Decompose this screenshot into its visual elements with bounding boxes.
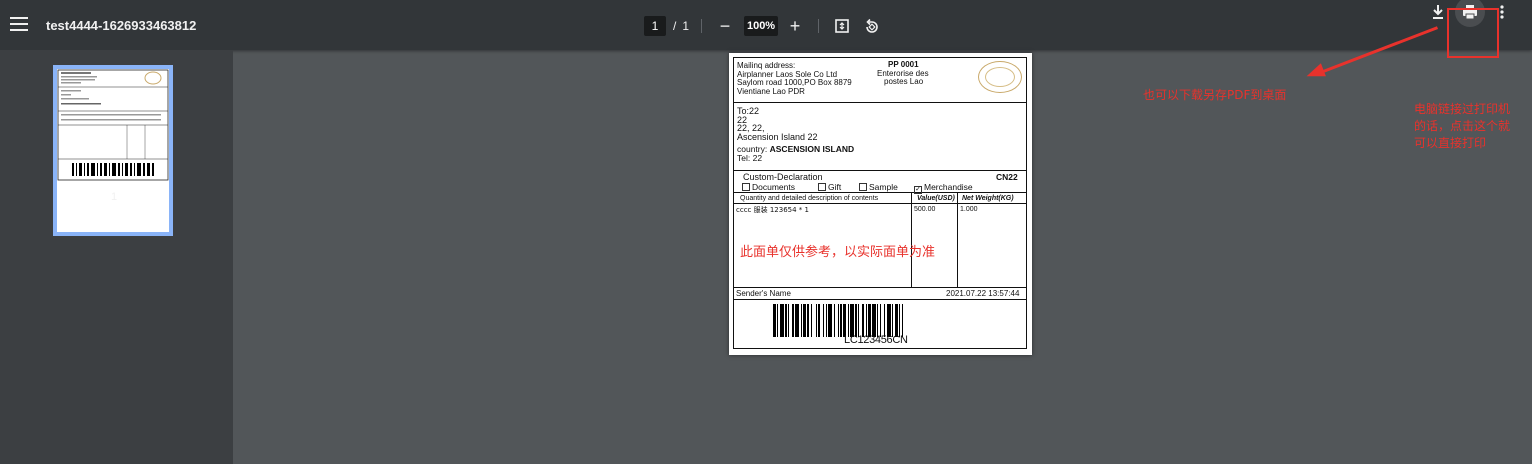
column-divider (911, 193, 912, 288)
row-weight: 1.000 (960, 206, 978, 213)
rotate-icon[interactable] (861, 15, 883, 37)
zoom-input[interactable]: 100% (744, 16, 779, 36)
contents-table-header: Quantity and detailed description of con… (734, 193, 1026, 204)
country-value: ASCENSION ISLAND (769, 144, 855, 154)
print-highlight-box (1447, 8, 1499, 58)
checkbox-documents: Documents (742, 181, 795, 192)
pdf-toolbar: test4444-1626933463812 1 / 1 − 100% + (0, 0, 1532, 50)
sender-label: Sender's Name (736, 289, 791, 298)
divider (701, 19, 703, 33)
print-date: 2021.07.22 13:57:44 (946, 289, 1020, 298)
document-viewer: Mailinq address: Airplanner Laos Sole Co… (233, 50, 1532, 464)
customs-title: Custom-Declaration (743, 172, 823, 182)
checkbox-box (859, 182, 867, 191)
post-name: postes Lao (884, 77, 924, 86)
recipient-section: To:22 22 22, 22, Ascension Island 22 cou… (734, 103, 1026, 171)
pdf-page: Mailinq address: Airplanner Laos Sole Co… (729, 53, 1032, 355)
zoom-out-button[interactable]: − (714, 15, 736, 37)
page-separator: / (673, 19, 677, 33)
checkbox-gift: Gift (818, 181, 842, 192)
checkbox-label: Documents (752, 181, 795, 192)
tel-line: Tel: 22 (737, 152, 763, 163)
tracking-barcode (773, 304, 906, 337)
menu-icon[interactable] (10, 17, 28, 33)
checkbox-box (742, 182, 750, 191)
to-line: Ascension Island 22 (737, 131, 818, 142)
checkbox-label: Merchandise (924, 181, 973, 192)
divider (818, 19, 820, 33)
checkbox-sample: Sample (859, 181, 898, 192)
fit-page-icon[interactable] (831, 15, 853, 37)
row-value: 500.00 (914, 206, 936, 213)
checkbox-box (818, 182, 826, 191)
page-total: 1 (682, 19, 690, 33)
divider (734, 299, 1026, 300)
barcode-number: LC123456CN (844, 334, 908, 346)
customs-section: Custom-Declaration CN22 Documents Gift S… (734, 171, 1026, 194)
col-value: Value(USD) (917, 194, 955, 202)
postal-stamp-logo (978, 61, 1022, 93)
shipping-label: Mailinq address: Airplanner Laos Sole Co… (733, 57, 1027, 349)
page-thumbnail[interactable] (53, 65, 173, 236)
download-note: 也可以下载另存PDF到桌面 (1143, 88, 1287, 102)
page-zoom-controls: 1 / 1 − 100% + (644, 15, 883, 37)
col-description: Quantity and detailed description of con… (740, 194, 879, 202)
checkbox-label: Sample (869, 181, 898, 192)
reference-watermark: 此面单仅供参考，以实际面单为准 (740, 245, 936, 260)
mailing-line: Vientiane Lao PDR (737, 86, 805, 96)
document-title: test4444-1626933463812 (46, 18, 197, 33)
page-number-input[interactable]: 1 (644, 16, 666, 36)
checkbox-label: Gift (828, 181, 842, 192)
zoom-in-button[interactable]: + (784, 15, 806, 37)
contents-table-body: cccc 服装 123654 * 1 500.00 1.000 此面单仅供参考，… (734, 193, 1026, 288)
column-divider (957, 193, 958, 288)
customs-code: CN22 (996, 172, 1018, 182)
row-description: cccc 服装 123654 * 1 (736, 206, 809, 214)
print-note: 电脑链接过打印机的话，点击这个就可以直接打印 (1414, 102, 1511, 150)
barcode-space (903, 304, 906, 337)
thumbnail-preview (57, 69, 169, 181)
thumbnail-page-number: 1 (110, 191, 118, 203)
thumbnail-sidebar: 1 (0, 50, 233, 464)
sender-address-section: Mailinq address: Airplanner Laos Sole Co… (734, 58, 1026, 103)
checkbox-merchandise: ✓ Merchandise (914, 181, 973, 194)
col-weight: Net Weight(KG) (962, 194, 1014, 202)
